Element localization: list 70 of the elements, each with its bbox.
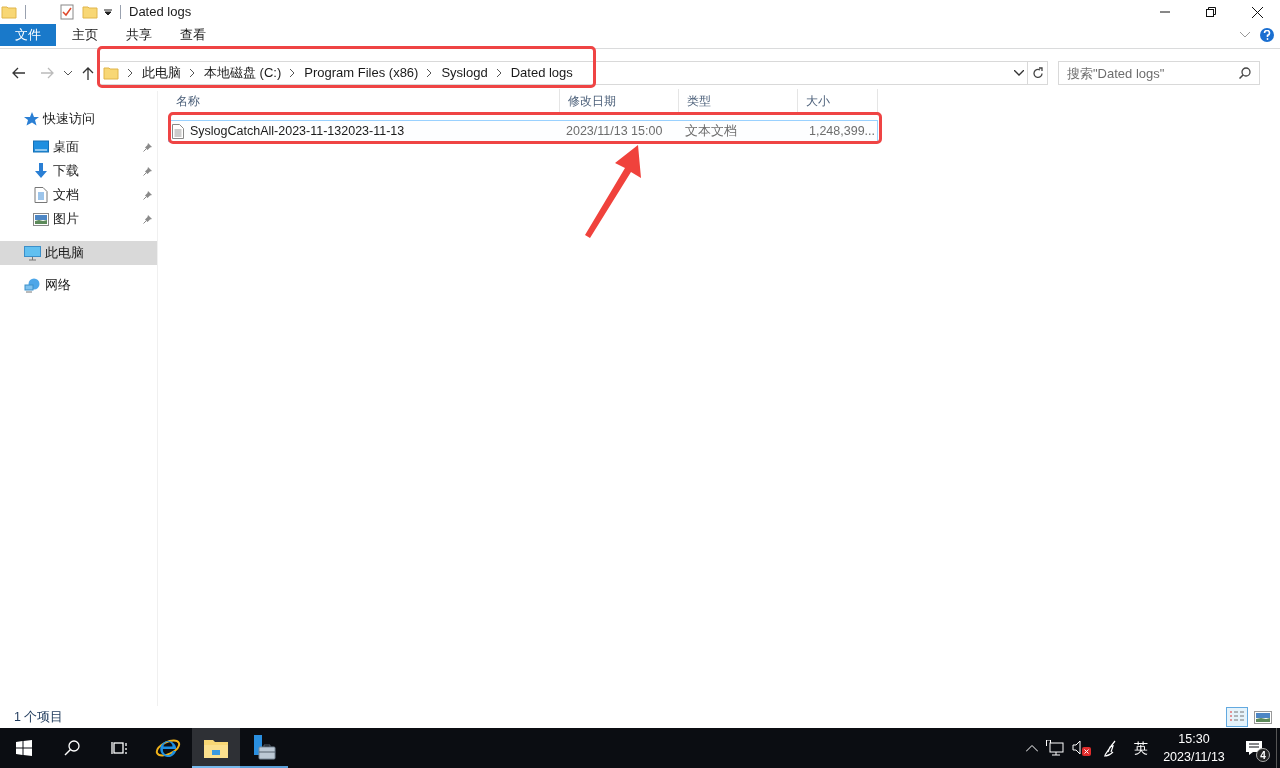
- sidebar-item[interactable]: 桌面: [0, 135, 157, 159]
- desktop-icon: [32, 140, 49, 154]
- breadcrumb-link[interactable]: Program Files (x86): [304, 63, 419, 83]
- text-file-icon: [172, 123, 184, 139]
- download-arrow-icon: [32, 163, 49, 179]
- input-method-button[interactable]: 英: [1126, 728, 1156, 768]
- large-icons-view-icon: [1254, 710, 1272, 724]
- breadcrumb-link[interactable]: Dated logs: [510, 63, 573, 83]
- sidebar-item[interactable]: 网络: [0, 273, 157, 297]
- help-icon[interactable]: [1260, 28, 1274, 42]
- sidebar-item[interactable]: 下载: [0, 159, 157, 183]
- pin-icon[interactable]: [143, 214, 153, 224]
- folder-icon: [204, 738, 228, 758]
- chevron-icon[interactable]: [496, 69, 502, 77]
- recent-locations-icon[interactable]: [64, 70, 72, 76]
- clock-button[interactable]: 15:30 2023/11/13: [1156, 728, 1232, 768]
- sidebar-item[interactable]: 此电脑: [0, 241, 157, 265]
- notifications-button[interactable]: 4: [1232, 728, 1276, 768]
- sidebar-item[interactable]: 快速访问: [0, 107, 157, 131]
- chevron-icon[interactable]: [290, 69, 296, 77]
- up-icon[interactable]: [82, 66, 94, 80]
- address-bar[interactable]: 此电脑 本地磁盘 (C:) Program Files (x86) Syslogd Dated logs: [98, 61, 1028, 85]
- pictures-icon: [32, 212, 49, 226]
- properties-icon[interactable]: [60, 4, 74, 20]
- table-cell-text: 文本文档: [685, 122, 737, 140]
- table-cell-text: 1,248,399...: [808, 122, 875, 140]
- ribbon-tab[interactable]: 共享: [112, 24, 166, 46]
- sidebar-item[interactable]: 图片: [0, 207, 157, 231]
- details-view-icon: [1229, 710, 1245, 724]
- star-icon: [24, 112, 39, 126]
- search-icon[interactable]: [1239, 67, 1251, 79]
- search-field[interactable]: 搜索"Dated logs": [1058, 61, 1260, 85]
- pin-icon[interactable]: [143, 166, 153, 176]
- network-icon: [24, 277, 41, 293]
- chevron-icon[interactable]: [128, 69, 133, 77]
- file-name: SyslogCatchAll-2023-11-132023-11-13: [190, 122, 405, 140]
- column-header[interactable]: 大小: [798, 89, 878, 113]
- file-row[interactable]: SyslogCatchAll-2023-11-132023-11-13 2023/11/13 15:00 文本文档 1,248,399...: [168, 120, 878, 142]
- column-header[interactable]: 名称: [168, 89, 560, 113]
- breadcrumb-link[interactable]: Syslogd: [441, 63, 488, 83]
- pin-icon[interactable]: [143, 142, 153, 152]
- sidebar-item[interactable]: 文档: [0, 183, 157, 207]
- refresh-button[interactable]: [1028, 61, 1048, 85]
- pin-icon[interactable]: [143, 190, 153, 200]
- column-header[interactable]: 修改日期: [560, 89, 679, 113]
- taskbar-app-button[interactable]: [192, 728, 240, 768]
- server-manager-icon: [252, 735, 276, 761]
- dropdown-icon[interactable]: [1014, 70, 1024, 76]
- column-header[interactable]: 类型: [679, 89, 798, 113]
- close-icon: [1251, 6, 1263, 18]
- chevron-icon[interactable]: [190, 69, 195, 77]
- notification-count: 4: [1256, 748, 1270, 762]
- folder-icon: [103, 65, 119, 81]
- file-menu-button[interactable]: 文件: [0, 24, 56, 46]
- expand-ribbon-icon[interactable]: [1240, 32, 1250, 38]
- window-title: Dated logs: [129, 3, 192, 22]
- computer-icon: [24, 245, 41, 261]
- ribbon-tab[interactable]: 查看: [166, 24, 220, 46]
- dropdown-icon[interactable]: [104, 8, 112, 16]
- back-icon[interactable]: [12, 67, 26, 79]
- ribbon-tab[interactable]: 主页: [58, 24, 112, 46]
- table-cell-text: 2023/11/13 15:00: [566, 122, 663, 140]
- breadcrumb-link[interactable]: 本地磁盘 (C:): [204, 63, 282, 83]
- item-count: 1 个项目: [14, 708, 64, 726]
- search-input[interactable]: 搜索"Dated logs": [1059, 62, 1239, 84]
- chevron-icon[interactable]: [427, 69, 433, 77]
- breadcrumb-link[interactable]: 此电脑: [142, 63, 181, 83]
- restore-icon: [1206, 7, 1216, 17]
- refresh-icon: [1031, 66, 1044, 80]
- document-icon: [32, 187, 49, 203]
